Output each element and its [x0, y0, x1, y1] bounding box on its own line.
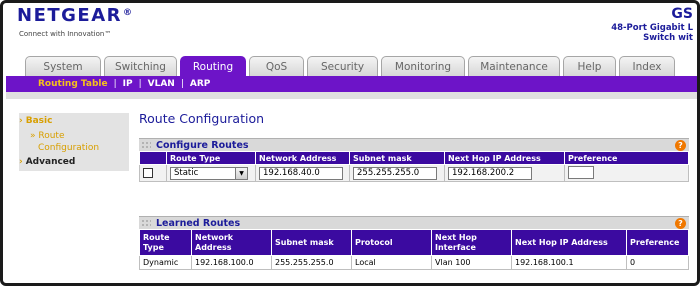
configure-routes-table: Route Type Network Address Subnet mask N… — [139, 151, 689, 182]
grip-icon — [141, 219, 151, 227]
tab-qos[interactable]: QoS — [249, 56, 304, 76]
table-row: Static ▼ 192.168.40.0 255.255.255.0 192.… — [139, 164, 689, 182]
help-icon[interactable]: ? — [675, 217, 686, 229]
learned-routes-header: Learned Routes ? — [139, 216, 689, 229]
main-tabs: System Switching Routing QoS Security Mo… — [25, 56, 678, 76]
column-header: Protocol — [351, 229, 432, 256]
column-header: Next Hop Interface — [431, 229, 512, 256]
column-header: Network Address — [191, 229, 272, 256]
subnav-routing-table[interactable]: Routing Table — [38, 79, 108, 89]
next-hop-ip-input[interactable]: 192.168.200.2 — [448, 166, 532, 180]
tab-monitoring[interactable]: Monitoring — [381, 56, 465, 76]
left-navigation: › Basic » Route Configuration › Advanced — [19, 113, 129, 171]
chevron-right-icon: › — [19, 157, 23, 167]
network-address-input[interactable]: 192.168.40.0 — [259, 166, 343, 180]
tab-help[interactable]: Help — [563, 56, 616, 76]
column-header — [139, 151, 167, 165]
route-type-select[interactable]: Static ▼ — [170, 166, 248, 180]
netgear-logo: NETGEAR® — [17, 5, 134, 26]
column-header: Subnet mask — [349, 151, 445, 165]
column-header: Preference — [564, 151, 689, 165]
tab-index[interactable]: Index — [619, 56, 675, 76]
cell-network-address: 192.168.100.0 — [191, 255, 272, 270]
column-header: Route Type — [166, 151, 256, 165]
subnav-bar: Routing Table | IP | VLAN | ARP — [6, 76, 697, 92]
tab-maintenance[interactable]: Maintenance — [468, 56, 560, 76]
cell-preference: 0 — [626, 255, 689, 270]
dropdown-arrow-icon: ▼ — [235, 167, 247, 179]
tab-security[interactable]: Security — [307, 56, 378, 76]
subnav-divider — [6, 92, 697, 99]
help-icon[interactable]: ? — [675, 139, 686, 151]
column-header: Preference — [626, 229, 689, 256]
configure-routes-section: Configure Routes ? Route Type Network Ad… — [139, 138, 689, 182]
preference-input[interactable] — [568, 165, 594, 179]
nav-advanced[interactable]: › Advanced — [19, 157, 75, 167]
window-frame: NETGEAR® Connect with Innovation™ GS 48-… — [0, 0, 700, 286]
cell-route-type: Dynamic — [139, 255, 192, 270]
subnav-arp[interactable]: ARP — [190, 79, 211, 89]
tab-routing[interactable]: Routing — [180, 56, 246, 76]
cell-protocol: Local — [351, 255, 432, 270]
column-header: Next Hop IP Address — [444, 151, 565, 165]
row-select-checkbox[interactable] — [143, 168, 153, 178]
subnet-mask-input[interactable]: 255.255.255.0 — [353, 166, 437, 180]
grip-icon — [141, 141, 151, 149]
tab-switching[interactable]: Switching — [104, 56, 177, 76]
subnav-separator: | — [138, 79, 142, 89]
tab-system[interactable]: System — [25, 56, 101, 76]
learned-routes-section: Learned Routes ? Route Type Network Addr… — [139, 216, 689, 270]
subnav-separator: | — [180, 79, 184, 89]
column-header: Subnet mask — [271, 229, 352, 256]
product-subtitle: 48-Port Gigabit L Switch wit — [611, 23, 693, 43]
subnav-separator: | — [113, 79, 117, 89]
subnav-vlan[interactable]: VLAN — [148, 79, 175, 89]
column-header: Next Hop IP Address — [511, 229, 627, 256]
table-row: Dynamic 192.168.100.0 255.255.255.0 Loca… — [139, 255, 689, 270]
chevron-right-icon: › — [19, 116, 23, 126]
cell-next-hop-ip: 192.168.100.1 — [511, 255, 627, 270]
configure-routes-header: Configure Routes ? — [139, 138, 689, 151]
tagline: Connect with Innovation™ — [19, 30, 112, 38]
subnav-ip[interactable]: IP — [123, 79, 133, 89]
nav-route-configuration[interactable]: » Route Configuration — [30, 130, 99, 154]
column-header: Network Address — [255, 151, 350, 165]
product-title: GS — [671, 6, 693, 22]
cell-next-hop-interface: Vlan 100 — [431, 255, 512, 270]
nav-basic[interactable]: › Basic — [19, 116, 52, 126]
column-header: Route Type — [139, 229, 192, 256]
cell-subnet-mask: 255.255.255.0 — [271, 255, 352, 270]
page-title: Route Configuration — [139, 111, 265, 126]
learned-routes-table: Route Type Network Address Subnet mask P… — [139, 229, 689, 270]
